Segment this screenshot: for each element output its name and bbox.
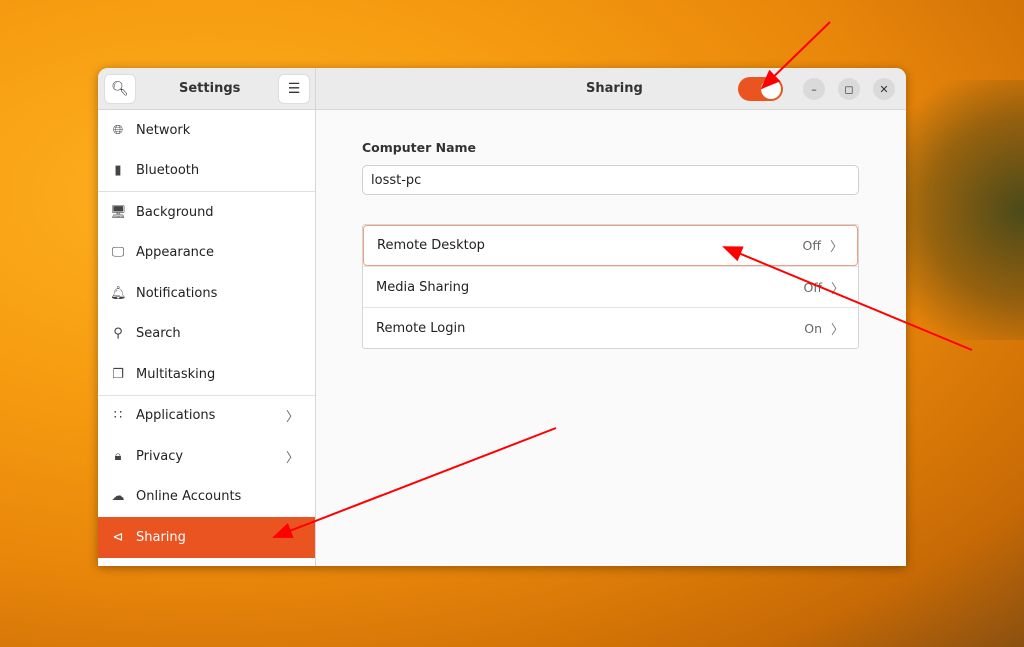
annotation-arrows (272, 21, 973, 538)
arrow-to-toggle (760, 21, 831, 90)
arrow-to-remote-desktop (722, 246, 973, 351)
arrow-to-sharing (272, 427, 557, 538)
